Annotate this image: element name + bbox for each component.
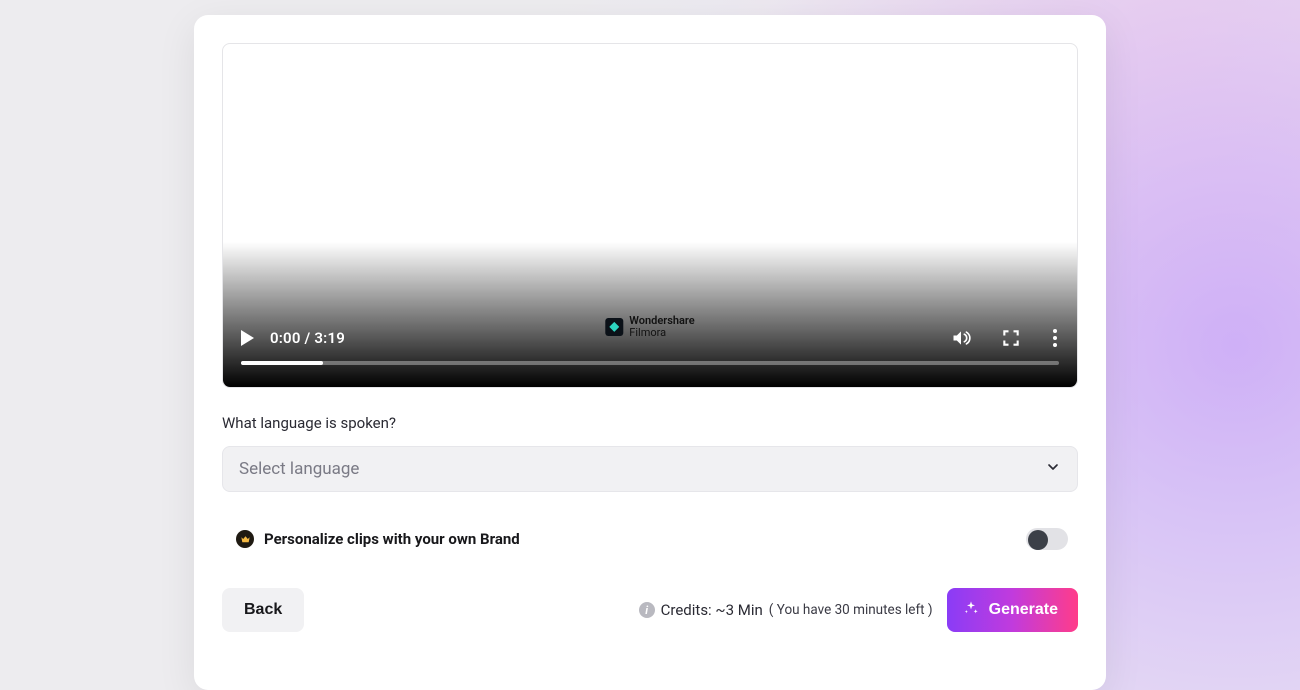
video-progress-fill <box>241 361 323 365</box>
sparkle-icon <box>963 600 979 621</box>
chevron-down-icon <box>1045 459 1061 479</box>
generate-button[interactable]: Generate <box>947 588 1078 632</box>
video-time: 0:00 / 3:19 <box>270 329 345 347</box>
credits-info: i Credits: ~3 Min ( You have 30 minutes … <box>639 601 933 619</box>
brand-toggle-label: Personalize clips with your own Brand <box>264 530 520 548</box>
credits-label: Credits: ~3 Min <box>661 601 763 619</box>
generate-label: Generate <box>989 601 1058 619</box>
video-player[interactable]: Wondershare Filmora 0:00 / 3:19 <box>222 43 1078 388</box>
credits-remaining: ( You have 30 minutes left ) <box>769 602 933 618</box>
video-progress-track[interactable] <box>241 361 1059 365</box>
fullscreen-icon[interactable] <box>1001 328 1021 348</box>
brand-toggle[interactable] <box>1026 528 1068 550</box>
more-options-icon[interactable] <box>1051 327 1059 349</box>
volume-icon[interactable] <box>951 328 971 348</box>
settings-card: Wondershare Filmora 0:00 / 3:19 <box>194 15 1106 690</box>
duration: 3:19 <box>314 329 345 347</box>
language-select[interactable]: Select language <box>222 446 1078 492</box>
info-icon[interactable]: i <box>639 602 655 618</box>
language-select-placeholder: Select language <box>239 459 359 479</box>
play-icon[interactable] <box>241 330 254 346</box>
language-label: What language is spoken? <box>222 414 1078 432</box>
current-time: 0:00 <box>270 329 301 347</box>
toggle-knob <box>1028 530 1048 550</box>
footer-row: Back i Credits: ~3 Min ( You have 30 min… <box>222 588 1078 632</box>
crown-icon <box>236 530 254 548</box>
back-button[interactable]: Back <box>222 588 304 632</box>
brand-personalize-row: Personalize clips with your own Brand <box>222 528 1078 550</box>
video-controls: 0:00 / 3:19 <box>223 307 1077 387</box>
